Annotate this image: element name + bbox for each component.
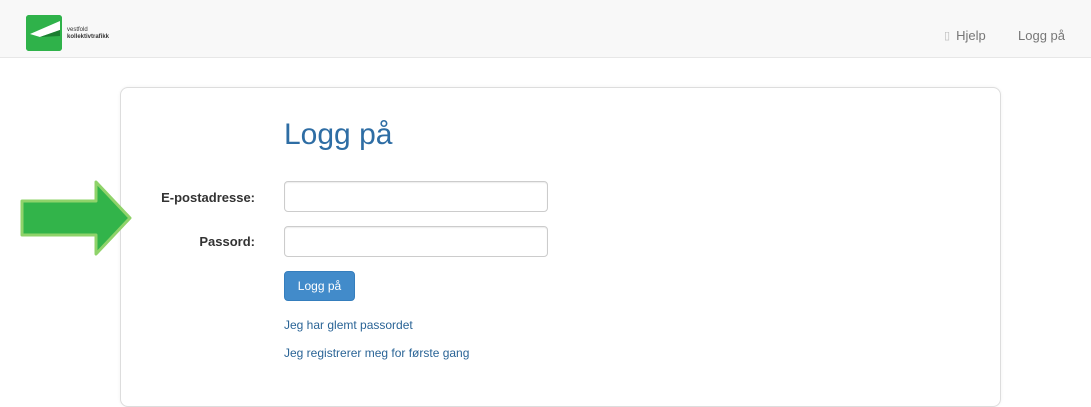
logo-line-2: kollektivtrafikk xyxy=(67,34,110,40)
logo-line-1: vestfold xyxy=(67,27,88,33)
register-link[interactable]: Jeg registrerer meg for første gang xyxy=(284,346,469,360)
page-title: Logg på xyxy=(284,118,393,151)
nav-login-link[interactable]: Logg på xyxy=(1018,28,1065,43)
help-link[interactable]: ▯ Hjelp xyxy=(944,28,986,43)
password-field[interactable] xyxy=(284,226,548,257)
help-icon: ▯ xyxy=(944,30,951,42)
logo-text: vestfold kollektivtrafikk xyxy=(67,27,109,41)
login-button[interactable]: Logg på xyxy=(284,271,355,301)
email-field[interactable] xyxy=(284,181,548,212)
top-navbar: vestfold kollektivtrafikk ▯ Hjelp Logg p… xyxy=(0,0,1091,58)
email-label: E-postadresse: xyxy=(161,190,255,205)
right-arrow-icon xyxy=(20,180,132,261)
password-label: Passord: xyxy=(199,234,255,249)
help-label: Hjelp xyxy=(956,28,986,43)
vkt-logo-icon[interactable] xyxy=(26,15,62,51)
forgot-password-link[interactable]: Jeg har glemt passordet xyxy=(284,318,413,332)
